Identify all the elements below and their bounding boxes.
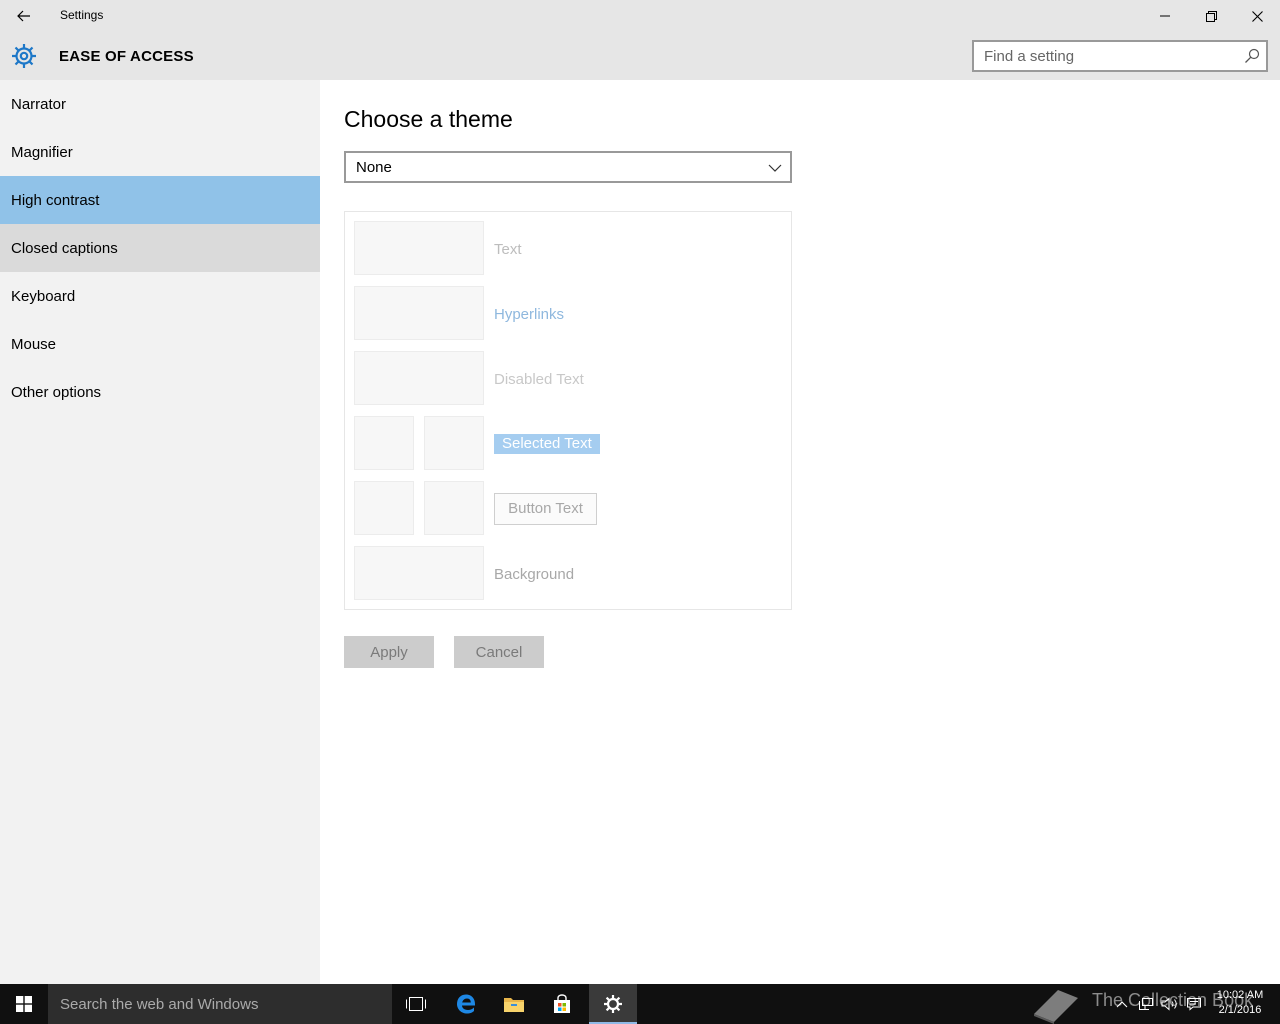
gear-icon xyxy=(12,44,36,68)
sidebar-item-narrator[interactable]: Narrator xyxy=(0,80,320,128)
book-logo-icon xyxy=(1034,990,1078,1024)
show-hidden-icons-button[interactable] xyxy=(1110,984,1134,1024)
volume-button[interactable] xyxy=(1158,984,1182,1024)
settings-taskbar-button[interactable] xyxy=(589,984,637,1024)
preview-background-label: Background xyxy=(494,566,575,583)
cancel-button[interactable]: Cancel xyxy=(454,636,544,668)
network-button[interactable] xyxy=(1134,984,1158,1024)
sidebar-item-other-options[interactable]: Other options xyxy=(0,368,320,416)
text-color-swatch[interactable] xyxy=(354,221,484,275)
back-button[interactable] xyxy=(8,4,40,28)
store-button[interactable] xyxy=(538,984,586,1024)
selected-text-bg-swatch[interactable] xyxy=(424,416,484,470)
sidebar-item-mouse[interactable]: Mouse xyxy=(0,320,320,368)
edge-icon xyxy=(457,994,475,1014)
clock-time: 10:02 AM xyxy=(1216,989,1264,1001)
theme-preview-panel: Text Hyperlinks Disabled Text Selected T… xyxy=(344,211,792,610)
close-icon xyxy=(1251,10,1263,22)
windows-start-icon xyxy=(16,996,32,1012)
search-box[interactable] xyxy=(972,40,1268,72)
disabled-text-color-swatch[interactable] xyxy=(354,351,484,405)
sidebar-item-closed-captions[interactable]: Closed captions xyxy=(0,224,320,272)
background-color-swatch[interactable] xyxy=(354,546,484,600)
preview-selected-text-label: Selected Text xyxy=(494,434,600,454)
start-button[interactable] xyxy=(0,984,48,1024)
settings-header: EASE OF ACCESS xyxy=(0,32,1280,80)
taskbar: Search the web and Windows The Collectio… xyxy=(0,984,1280,1024)
restore-button[interactable] xyxy=(1188,0,1234,32)
sidebar-item-keyboard[interactable]: Keyboard xyxy=(0,272,320,320)
clock[interactable]: 10:02 AM 2/1/2016 xyxy=(1212,988,1268,1018)
task-view-icon xyxy=(406,997,426,1011)
button-text-fg-swatch[interactable] xyxy=(354,481,414,535)
app-title: Settings xyxy=(60,8,104,22)
chevron-down-icon xyxy=(768,164,782,172)
back-arrow-icon xyxy=(17,10,30,22)
preview-disabled-text-label: Disabled Text xyxy=(494,371,584,388)
page-title: Choose a theme xyxy=(344,106,513,132)
selected-text-fg-swatch[interactable] xyxy=(354,416,414,470)
network-icon xyxy=(1139,998,1153,1010)
button-text-bg-swatch[interactable] xyxy=(424,481,484,535)
action-center-button[interactable] xyxy=(1182,984,1206,1024)
taskbar-search-text: Search the web and Windows xyxy=(60,996,259,1013)
search-icon[interactable] xyxy=(1244,48,1260,64)
minimize-button[interactable] xyxy=(1142,0,1188,32)
main-content: Choose a theme None Text Hyperlinks Disa… xyxy=(320,80,1280,984)
sidebar-item-magnifier[interactable]: Magnifier xyxy=(0,128,320,176)
task-view-button[interactable] xyxy=(392,984,440,1024)
hyperlink-color-swatch[interactable] xyxy=(354,286,484,340)
section-title: EASE OF ACCESS xyxy=(59,48,194,65)
close-button[interactable] xyxy=(1234,0,1280,32)
sidebar-item-high-contrast[interactable]: High contrast xyxy=(0,176,320,224)
file-explorer-icon xyxy=(504,998,524,1012)
apply-button[interactable]: Apply xyxy=(344,636,434,668)
store-icon xyxy=(554,994,570,1013)
action-center-icon xyxy=(1187,998,1201,1011)
minimize-icon xyxy=(1160,15,1170,17)
settings-gear-icon xyxy=(604,995,622,1013)
restore-icon xyxy=(1205,10,1217,22)
edge-button[interactable] xyxy=(442,984,490,1024)
title-bar: Settings xyxy=(0,0,1280,32)
file-explorer-button[interactable] xyxy=(490,984,538,1024)
theme-select[interactable]: None xyxy=(344,151,792,183)
taskbar-search-box[interactable]: Search the web and Windows xyxy=(48,984,392,1024)
preview-hyperlinks-label: Hyperlinks xyxy=(494,306,565,323)
search-input[interactable] xyxy=(974,42,1236,70)
chevron-up-icon xyxy=(1116,1001,1128,1008)
clock-date: 2/1/2016 xyxy=(1218,1004,1262,1016)
preview-button-text-label: Button Text xyxy=(494,493,597,525)
preview-text-label: Text xyxy=(494,241,522,258)
volume-icon xyxy=(1161,997,1177,1011)
sidebar-nav: Narrator Magnifier High contrast Closed … xyxy=(0,80,320,984)
theme-select-value: None xyxy=(356,159,392,176)
